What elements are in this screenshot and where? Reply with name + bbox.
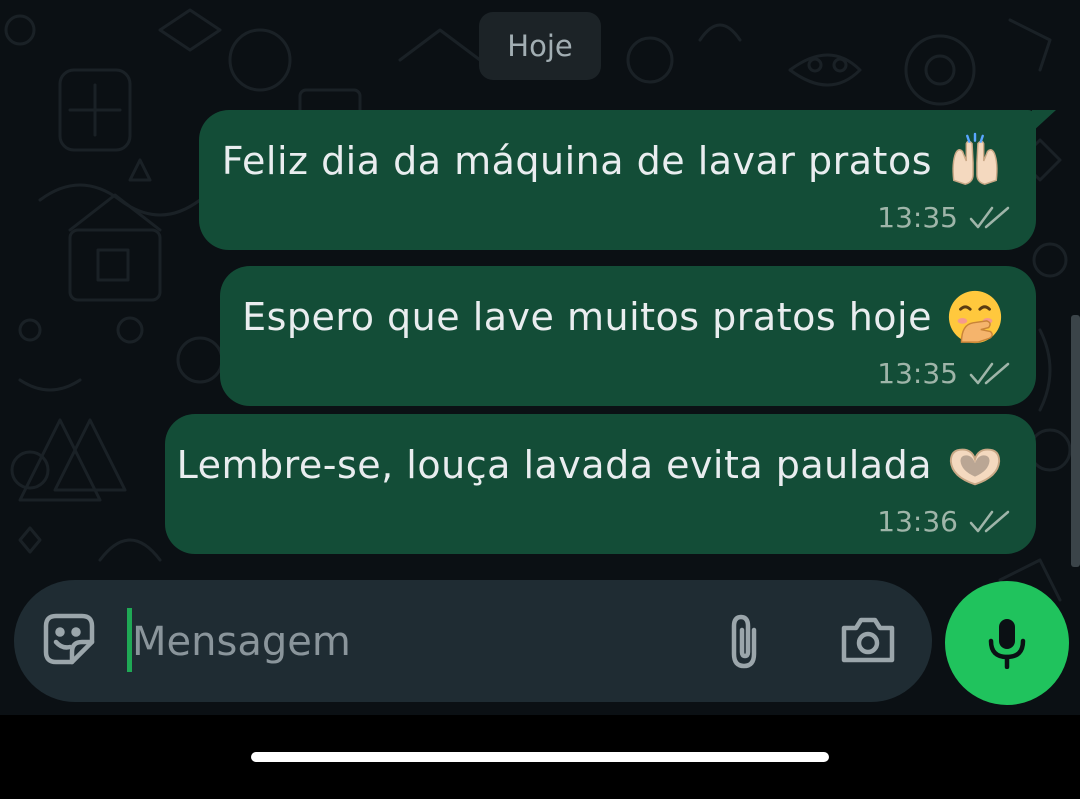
message-input[interactable] [130,606,694,678]
message-composer [14,580,932,702]
camera-icon[interactable] [838,614,898,666]
message-meta: 13:35 [877,357,1012,390]
message-text-row: Lembre-se, louça lavada evita paulada [177,436,1004,494]
message-text: Feliz dia da máquina de lavar pratos [221,139,932,183]
sticker-icon[interactable] [40,610,98,668]
double-check-icon [969,510,1010,532]
date-divider: Hoje [479,12,601,80]
message-time: 13:36 [877,505,958,538]
message-bubble-outgoing[interactable]: Espero que lave muitos pratos hoje 13:35 [220,266,1036,406]
double-check-icon [969,206,1010,228]
whatsapp-chat-screen: Hoje Feliz dia da máquina de lavar prato… [0,0,1080,799]
mic-icon [988,619,1026,669]
face-with-hand-over-mouth-emoji-icon [948,290,1002,344]
message-text: Espero que lave muitos pratos hoje [242,295,932,339]
message-time: 13:35 [877,201,958,234]
heart-hands-emoji-icon [949,448,1001,486]
system-navigation-bar [0,715,1080,799]
raising-hands-emoji-icon [952,132,998,185]
paperclip-icon[interactable] [720,612,768,670]
bubble-tail [1032,110,1056,132]
message-time: 13:35 [877,357,958,390]
message-meta: 13:36 [877,505,1012,538]
chat-area[interactable]: Hoje Feliz dia da máquina de lavar prato… [0,0,1080,715]
voice-record-button[interactable] [945,581,1069,705]
chat-scrollbar[interactable] [1071,315,1080,567]
message-bubble-outgoing[interactable]: Lembre-se, louça lavada evita paulada 13… [165,414,1036,554]
message-text: Lembre-se, louça lavada evita paulada [176,443,932,487]
home-indicator[interactable] [251,752,829,762]
double-check-icon [969,362,1010,384]
message-bubble-outgoing[interactable]: Feliz dia da máquina de lavar pratos 13:… [199,110,1056,250]
message-text-row: Espero que lave muitos pratos hoje [242,288,1004,346]
message-meta: 13:35 [877,201,1012,234]
message-text-row: Feliz dia da máquina de lavar pratos [222,132,1004,190]
